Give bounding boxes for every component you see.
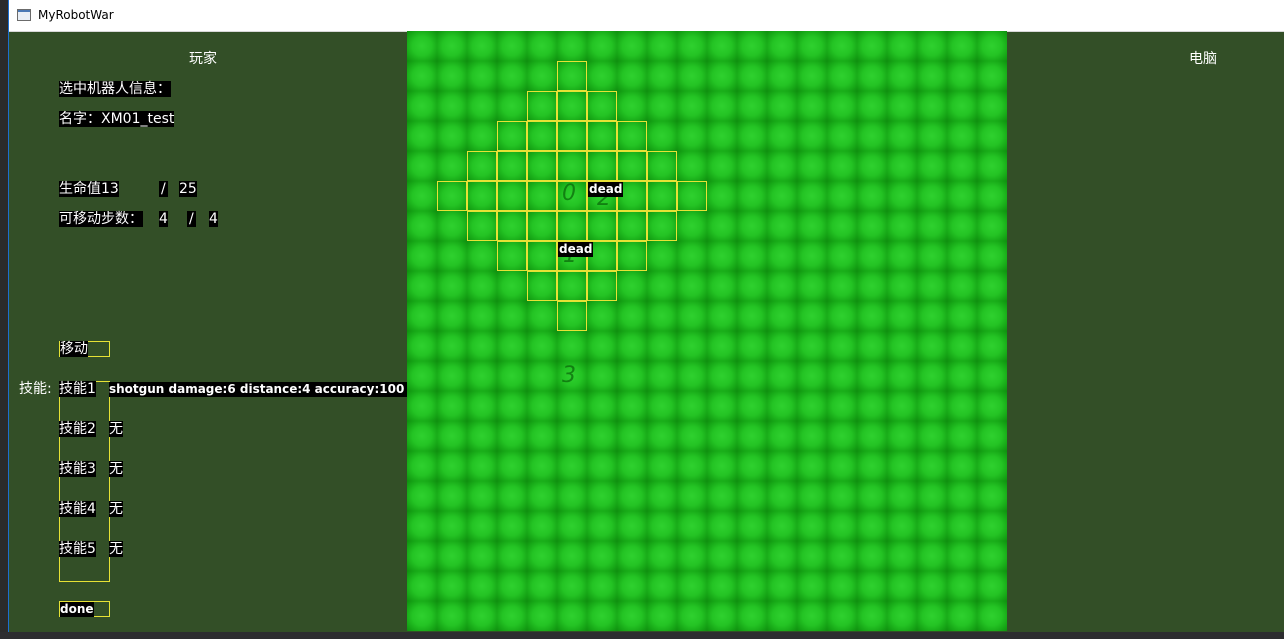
move-range-tile[interactable] [527, 181, 557, 211]
move-steps-max: 4 [209, 211, 218, 227]
skills-label: 技能: [19, 381, 52, 397]
move-range-tile[interactable] [497, 181, 527, 211]
move-button[interactable]: 移动 [59, 341, 110, 357]
move-range-tile[interactable] [647, 211, 677, 241]
dead-label-robot-1: dead [558, 242, 594, 257]
game-board[interactable]: 0 2 1 3 dead dead [407, 31, 1007, 631]
move-range-tile[interactable] [527, 151, 557, 181]
move-range-tile[interactable] [557, 91, 587, 121]
move-range-tile[interactable] [497, 211, 527, 241]
move-range-tile[interactable] [617, 241, 647, 271]
window-title: MyRobotWar [38, 8, 114, 22]
player-heading: 玩家 [189, 51, 217, 67]
robot-name: 名字：XM01_test [59, 111, 175, 127]
move-range-tile[interactable] [557, 271, 587, 301]
move-steps-label: 可移动步数： [59, 211, 143, 227]
move-range-tile[interactable] [617, 211, 647, 241]
move-range-tile[interactable] [467, 151, 497, 181]
skill-3-description: 无 [109, 461, 123, 477]
hp-label: 生命值13 [59, 181, 119, 197]
move-range-tile[interactable] [557, 121, 587, 151]
skill-5-description: 无 [109, 541, 123, 557]
move-range-tile[interactable] [497, 121, 527, 151]
skill-5-button[interactable]: 技能5 [59, 541, 96, 557]
app-window-icon [17, 9, 31, 21]
move-range-tile[interactable] [467, 211, 497, 241]
move-range-tile[interactable] [467, 181, 497, 211]
skill-4-description: 无 [109, 501, 123, 517]
move-range-tile[interactable] [647, 181, 677, 211]
move-range-tile[interactable] [677, 181, 707, 211]
move-range-tile[interactable] [617, 151, 647, 181]
done-button-label: done [60, 602, 94, 617]
done-button[interactable]: done [59, 601, 110, 617]
skill-2-button[interactable]: 技能2 [59, 421, 96, 437]
hp-separator: / [159, 181, 168, 197]
move-range-tile[interactable] [557, 61, 587, 91]
selected-robot-info-label: 选中机器人信息： [59, 81, 171, 97]
move-range-tile[interactable] [587, 151, 617, 181]
move-range-tile[interactable] [587, 121, 617, 151]
move-range-tile[interactable] [497, 151, 527, 181]
move-range-tile[interactable] [437, 181, 467, 211]
move-range-tile[interactable] [527, 241, 557, 271]
move-range-tile[interactable] [587, 211, 617, 241]
move-range-tile[interactable] [617, 121, 647, 151]
hp-max: 25 [179, 181, 197, 197]
skill-4-button[interactable]: 技能4 [59, 501, 96, 517]
skill-1-button[interactable]: 技能1 [59, 381, 96, 397]
move-range-tile[interactable] [527, 121, 557, 151]
skill-2-description: 无 [109, 421, 123, 437]
title-bar: MyRobotWar [9, 0, 1284, 32]
computer-heading: 电脑 [1189, 51, 1217, 67]
move-range-tile[interactable] [527, 211, 557, 241]
move-steps-separator: / [187, 211, 196, 227]
move-range-tile[interactable] [527, 91, 557, 121]
game-client-area: 玩家 选中机器人信息： 名字：XM01_test 生命值13 / 25 可移动步… [9, 31, 1284, 632]
move-range-tile[interactable] [527, 271, 557, 301]
robot-number-3: 3 [562, 363, 576, 388]
taskbar-edge [0, 632, 1284, 639]
move-range-tile[interactable] [557, 211, 587, 241]
move-steps-current: 4 [159, 211, 168, 227]
robot-number-0: 0 [562, 181, 576, 206]
move-range-tile[interactable] [647, 151, 677, 181]
skill-3-button[interactable]: 技能3 [59, 461, 96, 477]
dead-label-robot-2: dead [588, 182, 624, 197]
move-range-tile[interactable] [557, 301, 587, 331]
move-range-tile[interactable] [587, 271, 617, 301]
move-range-tile[interactable] [557, 151, 587, 181]
move-button-label: 移动 [60, 341, 88, 357]
move-range-tile[interactable] [587, 91, 617, 121]
move-range-tile[interactable] [497, 241, 527, 271]
app-window: MyRobotWar 玩家 选中机器人信息： 名字：XM01_test 生命值1… [8, 0, 1284, 632]
